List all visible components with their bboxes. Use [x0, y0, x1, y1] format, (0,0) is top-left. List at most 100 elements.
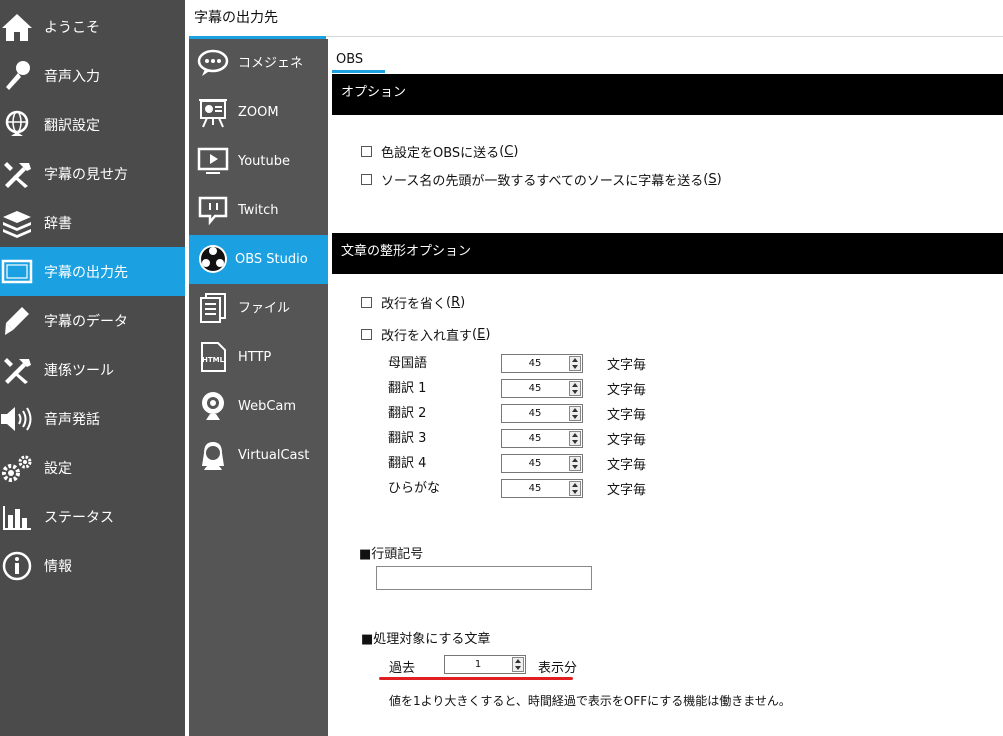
stepper-arrows-icon[interactable] [512, 657, 524, 672]
sidebar-item-info[interactable]: 情報 [0, 541, 185, 590]
subnav-item-label: Youtube [238, 154, 290, 169]
tab-obs[interactable]: OBS [332, 49, 385, 73]
stepper-arrows-icon[interactable] [569, 431, 581, 446]
subnav-item-label: WebCam [238, 399, 297, 414]
wrap-count-stepper[interactable]: 45 [501, 354, 583, 373]
line-prefix-label: ■行頭記号 [359, 547, 424, 562]
sidebar-item-voice-input[interactable]: 音声入力 [0, 51, 185, 100]
subnav-item-webcam[interactable]: WebCam [189, 382, 328, 431]
home-icon [0, 10, 34, 44]
wrap-row-translation-4: 翻訳 4 45 文字毎 [388, 453, 688, 475]
rewrap-lines-checkbox[interactable]: 改行を入れ直す(E) [361, 324, 490, 344]
stepper-value[interactable]: 45 [502, 430, 568, 447]
stepper-arrows-icon[interactable] [569, 481, 581, 496]
display-count-suffix: 表示分 [538, 661, 578, 676]
stepper-arrows-icon[interactable] [569, 356, 581, 371]
checkbox-access-key: S [708, 171, 717, 187]
wrap-count-stepper[interactable]: 45 [501, 379, 583, 398]
sidebar-item-label: 字幕の出力先 [44, 264, 128, 281]
checkbox-box[interactable] [361, 173, 372, 185]
wrap-row-label: 母国語 [388, 356, 428, 371]
past-count-stepper[interactable]: 1 [444, 655, 526, 674]
options-section-header: オプション [332, 74, 1003, 115]
stepper-value[interactable]: 45 [502, 380, 568, 397]
sidebar-item-integration-tools[interactable]: 連係ツール [0, 345, 185, 394]
stepper-value[interactable]: 45 [502, 355, 568, 372]
subnav-item-zoom[interactable]: ZOOM [189, 88, 328, 137]
books-icon [0, 206, 34, 240]
stepper-value[interactable]: 45 [502, 480, 568, 497]
sidebar-item-caption-output[interactable]: 字幕の出力先 [0, 247, 185, 296]
subnav-item-label: コメジェネ [238, 56, 304, 71]
wrap-count-stepper[interactable]: 45 [501, 454, 583, 473]
sidebar-item-label: ようこそ [44, 19, 100, 36]
sidebar-item-caption-style[interactable]: 字幕の見せ方 [0, 149, 185, 198]
sidebar-item-dictionary[interactable]: 辞書 [0, 198, 185, 247]
bar-chart-icon [0, 500, 34, 534]
sidebar-item-label: 設定 [44, 460, 72, 477]
html-file-icon: HTML [197, 341, 229, 373]
info-icon [0, 549, 34, 583]
stepper-arrows-icon[interactable] [569, 456, 581, 471]
checkbox-access-key: E [477, 326, 486, 342]
gears-icon [0, 451, 34, 485]
sidebar-item-label: 音声発話 [44, 411, 100, 428]
sidebar-item-status[interactable]: ステータス [0, 492, 185, 541]
pen-icon [0, 304, 34, 338]
remove-line-breaks-checkbox[interactable]: 改行を省く(R) [361, 292, 465, 312]
wrap-row-label: 翻訳 2 [388, 406, 427, 421]
wrap-count-stepper[interactable]: 45 [501, 429, 583, 448]
checkbox-label: 改行を入れ直す [381, 328, 473, 344]
wrap-row-translation-2: 翻訳 2 45 文字毎 [388, 403, 688, 425]
obs-settings-panel: OBS オプション 色設定をOBSに送る(C) ソース名の先頭が一致するすべての… [328, 39, 1003, 736]
wrap-row-native: 母国語 45 文字毎 [388, 353, 688, 375]
highlight-underline [379, 677, 573, 680]
checkbox-box[interactable] [361, 296, 372, 308]
checkbox-box[interactable] [361, 145, 372, 157]
sidebar-item-caption-data[interactable]: 字幕のデータ [0, 296, 185, 345]
avatar-icon [197, 439, 229, 471]
wrap-row-hiragana: ひらがな 45 文字毎 [388, 478, 688, 500]
send-to-matching-sources-checkbox[interactable]: ソース名の先頭が一致するすべてのソースに字幕を送る(S) [361, 169, 722, 189]
stepper-value[interactable]: 1 [445, 656, 511, 673]
monitor-icon [0, 255, 34, 289]
webcam-icon [197, 390, 229, 422]
checkbox-box[interactable] [361, 328, 372, 340]
wrap-row-label: ひらがな [388, 481, 441, 496]
sidebar-item-label: 情報 [44, 558, 72, 575]
sidebar-item-translation[interactable]: 翻訳設定 [0, 100, 185, 149]
checkbox-label: 色設定をOBSに送る [381, 145, 500, 161]
wrap-unit-label: 文字毎 [607, 383, 647, 398]
sidebar-item-settings[interactable]: 設定 [0, 443, 185, 492]
subnav-item-label: OBS Studio [235, 252, 308, 267]
subnav-item-http[interactable]: HTML HTTP [189, 333, 328, 382]
main-sidebar: ようこそ 音声入力 翻訳設定 字幕の見せ方 辞書 字幕の出力先 字幕のデータ 連… [0, 0, 185, 736]
wrap-row-label: 翻訳 1 [388, 381, 427, 396]
stepper-value[interactable]: 45 [502, 455, 568, 472]
file-icon [197, 292, 229, 324]
wrap-count-stepper[interactable]: 45 [501, 404, 583, 423]
target-text-label: ■処理対象にする文章 [361, 632, 491, 647]
sidebar-item-speech-output[interactable]: 音声発話 [0, 394, 185, 443]
wrap-count-stepper[interactable]: 45 [501, 479, 583, 498]
sidebar-item-welcome[interactable]: ようこそ [0, 2, 185, 51]
stepper-arrows-icon[interactable] [569, 406, 581, 421]
subnav-item-label: HTTP [238, 350, 272, 365]
subnav-item-youtube[interactable]: Youtube [189, 137, 328, 186]
checkbox-label: ソース名の先頭が一致するすべてのソースに字幕を送る [381, 173, 704, 189]
subnav-item-twitch[interactable]: Twitch [189, 186, 328, 235]
globe-icon [0, 108, 34, 142]
sidebar-item-label: 連係ツール [44, 362, 114, 379]
subnav-item-file[interactable]: ファイル [189, 284, 328, 333]
subnav-item-label: VirtualCast [238, 448, 310, 463]
subnav-item-obs-studio[interactable]: OBS Studio [189, 235, 328, 284]
subnav-item-comejene[interactable]: コメジェネ [189, 39, 328, 88]
microphone-icon [0, 59, 34, 93]
send-color-settings-checkbox[interactable]: 色設定をOBSに送る(C) [361, 141, 518, 161]
stepper-arrows-icon[interactable] [569, 381, 581, 396]
sidebar-item-label: 字幕のデータ [44, 313, 128, 330]
speech-bubble-icon [197, 47, 229, 79]
line-prefix-input[interactable] [376, 566, 592, 590]
stepper-value[interactable]: 45 [502, 405, 568, 422]
subnav-item-virtualcast[interactable]: VirtualCast [189, 431, 328, 480]
